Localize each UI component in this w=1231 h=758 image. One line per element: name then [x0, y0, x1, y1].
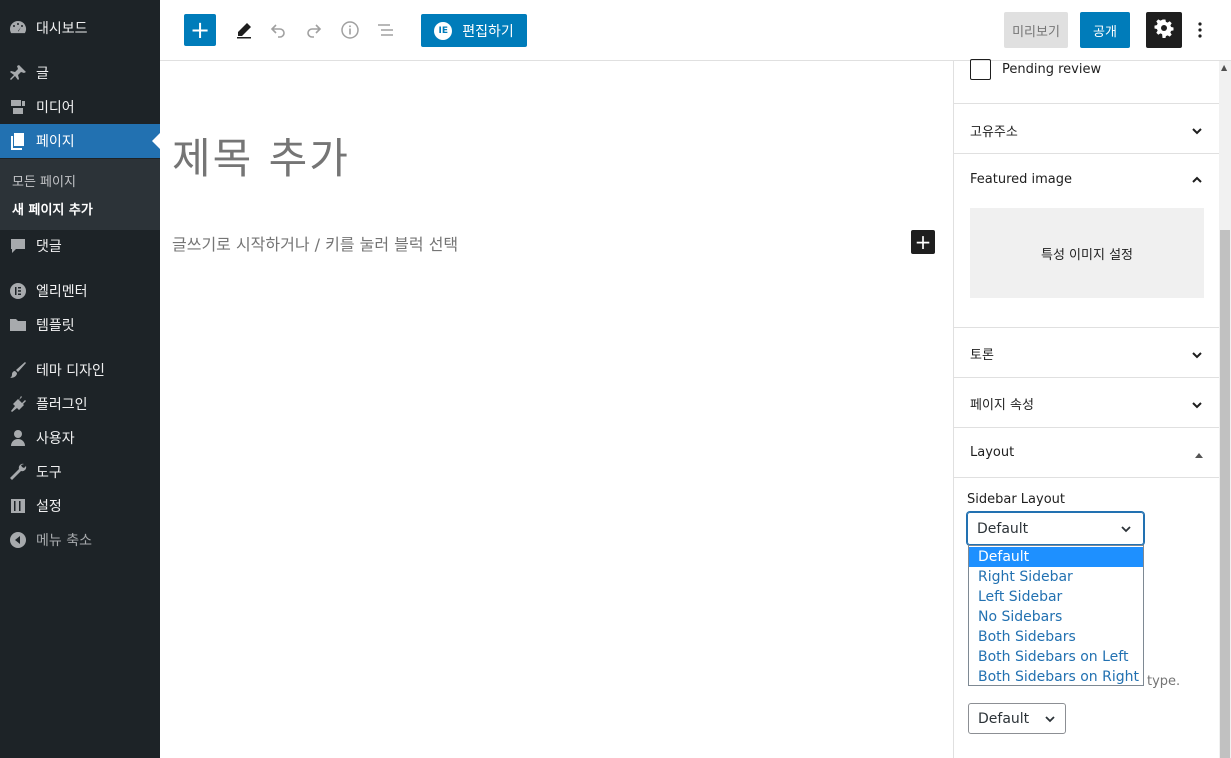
menu-label: 메뉴 축소 [36, 533, 92, 549]
submenu-all-pages[interactable]: 모든 페이지 [12, 171, 76, 190]
menu-label: 사용자 [36, 431, 75, 447]
menu-item-media[interactable]: 미디어 [0, 90, 160, 124]
menu-item-templates[interactable]: 템플릿 [0, 308, 160, 342]
chevron-down-icon [1190, 123, 1204, 137]
collapse-icon [0, 530, 36, 550]
chevron-down-icon [1190, 397, 1204, 411]
menu-item-dashboard[interactable]: 대시보드 [0, 11, 160, 45]
panel-title: 페이지 속성 [970, 398, 1034, 413]
list-view-icon[interactable] [374, 18, 398, 42]
menu-label: 테마 디자인 [36, 363, 105, 379]
select-value: Default [977, 520, 1029, 537]
panel-title: Layout [970, 445, 1015, 460]
dropdown-option[interactable]: Right Sidebar [969, 567, 1143, 587]
menu-label: 댓글 [36, 239, 62, 255]
sidebar-layout-label: Sidebar Layout [967, 492, 1066, 507]
publish-button[interactable]: 공개 [1080, 12, 1130, 48]
info-icon[interactable] [338, 18, 362, 42]
menu-label: 설정 [36, 499, 62, 515]
menu-item-elementor[interactable]: 엘리멘터 [0, 274, 160, 308]
menu-item-pages[interactable]: 페이지 [0, 124, 160, 158]
edit-with-elementor-button[interactable]: IE 편집하기 [421, 14, 527, 47]
plugin-icon [0, 394, 36, 414]
menu-item-comments[interactable]: 댓글 [0, 229, 160, 263]
pending-review-label: Pending review [1002, 62, 1102, 77]
pending-review-checkbox[interactable] [970, 59, 991, 80]
menu-label: 글 [36, 66, 49, 82]
editor-toolbar: + IE 편집하기 미리보기 공개 [160, 0, 1231, 61]
user-icon [0, 428, 36, 448]
elementor-logo-icon: IE [434, 21, 453, 40]
pin-icon [0, 63, 36, 83]
panel-title: 고유주소 [970, 125, 1018, 140]
redo-icon[interactable] [302, 18, 326, 42]
preview-button[interactable]: 미리보기 [1004, 12, 1068, 48]
comment-icon [0, 236, 36, 256]
menu-item-settings[interactable]: 설정 [0, 489, 160, 523]
dashboard-icon [0, 18, 36, 38]
settings-sidebar: Pending review 고유주소 Featured image 특성 이미… [953, 59, 1220, 758]
dropdown-option[interactable]: Both Sidebars on Right [969, 667, 1143, 687]
inline-add-block-button[interactable]: + [911, 230, 935, 254]
menu-label: 도구 [36, 465, 62, 481]
menu-item-tools[interactable]: 도구 [0, 455, 160, 489]
chevron-down-icon [1119, 522, 1133, 536]
triangle-up-icon [1194, 446, 1204, 458]
media-icon [0, 97, 36, 117]
menu-item-collapse[interactable]: 메뉴 축소 [0, 523, 160, 557]
menu-item-plugins[interactable]: 플러그인 [0, 387, 160, 421]
menu-item-users[interactable]: 사용자 [0, 421, 160, 455]
scrollbar-thumb[interactable] [1220, 230, 1230, 758]
select-value: Default [978, 710, 1030, 727]
title-input[interactable]: 제목 추가 [172, 125, 350, 186]
set-featured-image-button[interactable]: 특성 이미지 설정 [970, 208, 1204, 298]
undo-icon[interactable] [266, 18, 290, 42]
pencil-icon[interactable] [232, 18, 256, 42]
folder-icon [0, 315, 36, 335]
add-block-button[interactable]: + [184, 14, 216, 46]
elementor-icon [0, 281, 36, 301]
dropdown-option[interactable]: Both Sidebars on Left [969, 647, 1143, 667]
settings-toggle-button[interactable] [1146, 12, 1182, 48]
discussion-panel[interactable]: 토론 [954, 328, 1220, 378]
scroll-up-icon[interactable]: ▲ [1221, 63, 1229, 72]
menu-label: 대시보드 [36, 21, 88, 37]
status-panel: Pending review [954, 59, 1220, 104]
dropdown-option[interactable]: Default [969, 547, 1143, 567]
panel-title: 토론 [970, 348, 994, 363]
admin-sidebar: 대시보드 글 미디어 페이지 모든 페이지 새 페이지 추가 댓글 엘리멘터 템… [0, 0, 160, 758]
gear-icon [1154, 18, 1174, 42]
menu-item-appearance[interactable]: 테마 디자인 [0, 353, 160, 387]
dropdown-option[interactable]: Both Sidebars [969, 627, 1143, 647]
chevron-down-icon [1043, 712, 1057, 726]
sidebar-layout-dropdown: Default Right Sidebar Left Sidebar No Si… [968, 545, 1144, 686]
brush-icon [0, 360, 36, 380]
page-attributes-panel[interactable]: 페이지 속성 [954, 378, 1220, 428]
hidden-help-text: type. [1147, 674, 1181, 689]
editor-canvas: 제목 추가 글쓰기로 시작하거나 / 키를 눌러 블럭 선택 + [160, 61, 953, 758]
permalink-panel[interactable]: 고유주소 [954, 104, 1220, 154]
settings-sliders-icon [0, 496, 36, 516]
default-block-appender[interactable]: 글쓰기로 시작하거나 / 키를 눌러 블럭 선택 [172, 231, 458, 255]
menu-label: 페이지 [36, 134, 75, 150]
pages-submenu: 모든 페이지 새 페이지 추가 [0, 159, 160, 230]
menu-label: 엘리멘터 [36, 284, 88, 300]
edit-button-label: 편집하기 [462, 23, 514, 40]
page-icon [0, 131, 36, 151]
content-container-select[interactable]: Default [968, 703, 1066, 734]
chevron-down-icon [1190, 347, 1204, 361]
more-options-icon[interactable] [1190, 14, 1210, 46]
dropdown-option[interactable]: No Sidebars [969, 607, 1143, 627]
chevron-up-icon[interactable] [1190, 172, 1204, 186]
sidebar-layout-select[interactable]: Default [967, 512, 1144, 545]
menu-label: 플러그인 [36, 397, 88, 413]
wrench-icon [0, 462, 36, 482]
panel-title[interactable]: Featured image [970, 172, 1072, 187]
layout-panel-header[interactable]: Layout [954, 428, 1220, 478]
dropdown-option[interactable]: Left Sidebar [969, 587, 1143, 607]
menu-label: 미디어 [36, 100, 75, 116]
submenu-add-new-page[interactable]: 새 페이지 추가 [12, 199, 93, 218]
menu-item-posts[interactable]: 글 [0, 56, 160, 90]
menu-label: 템플릿 [36, 318, 75, 334]
